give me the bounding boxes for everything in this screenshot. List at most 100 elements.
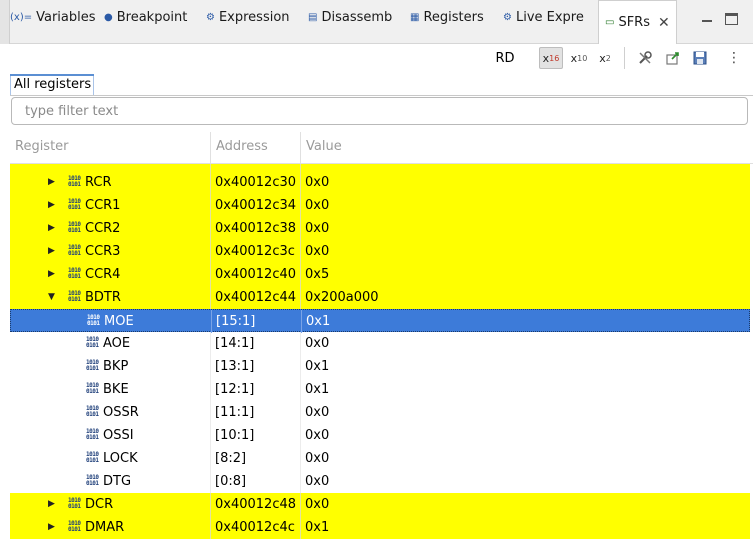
collapsed-arrow-icon[interactable]: ▶: [48, 240, 55, 263]
filter-input[interactable]: [11, 97, 748, 125]
column-divider: [300, 171, 301, 194]
tab-live-expression[interactable]: ⚙ Live Expre: [503, 0, 584, 34]
table-row[interactable]: ▶ 1010 0101 CCR2 0x40012c38 0x0: [10, 217, 750, 240]
register-value[interactable]: 0x0: [305, 447, 329, 470]
register-name: AOE: [103, 336, 131, 351]
column-divider: [210, 447, 211, 470]
tab-breakpoint-label: Breakpoint: [116, 9, 188, 25]
register-value[interactable]: 0x0: [305, 217, 329, 240]
register-name: ARR: [85, 164, 112, 171]
register-address: 0x40012c34: [215, 198, 297, 213]
register-address: 0x40012c3c: [215, 244, 295, 259]
collapsed-arrow-icon[interactable]: ▶: [48, 194, 55, 217]
register-value[interactable]: 0x1: [305, 378, 329, 401]
register-value[interactable]: 0x0: [305, 194, 329, 217]
column-divider: [300, 424, 301, 447]
register-value[interactable]: 0x0: [305, 332, 329, 355]
register-icon: 1010 0101: [68, 290, 81, 303]
register-address: 0x40012c40: [215, 267, 297, 282]
table-row[interactable]: ▶ 1010 0101 CCR3 0x40012c3c 0x0: [10, 240, 750, 263]
column-divider: [300, 470, 301, 493]
collapsed-arrow-icon[interactable]: ▶: [48, 171, 55, 194]
table-row[interactable]: ▶ 1010 0101 RCR 0x40012c30 0x0: [10, 171, 750, 194]
hex-format-sub: 16: [549, 53, 560, 63]
table-row[interactable]: ▼ 1010 0101 BDTR 0x40012c44 0x200a000: [10, 286, 750, 309]
register-address: [14:1]: [215, 336, 255, 351]
column-header-register[interactable]: Register: [10, 132, 210, 164]
tab-expression-label: Expression: [218, 9, 290, 25]
maximize-button[interactable]: [725, 13, 738, 25]
table-row[interactable]: ▶ 1010 0101 CCR4 0x40012c40 0x5: [10, 263, 750, 286]
close-icon[interactable]: ✕: [658, 15, 670, 31]
wrench-icon[interactable]: [637, 50, 653, 66]
register-value[interactable]: 0x0: [305, 240, 329, 263]
table-row[interactable]: 1010 0101 OSSR [11:1] 0x0: [10, 401, 750, 424]
table-row[interactable]: ▶ 1010 0101 DMAR 0x40012c4c 0x1: [10, 516, 750, 539]
collapsed-arrow-icon[interactable]: ▶: [48, 493, 55, 516]
minimize-button[interactable]: [699, 12, 715, 26]
table-row[interactable]: 1010 0101 AOE [14:1] 0x0: [10, 332, 750, 355]
register-icon: 1010 0101: [86, 451, 99, 464]
register-icon: 1010 0101: [68, 198, 81, 211]
column-divider: [301, 310, 302, 333]
tab-expression[interactable]: ⚙ Expression: [206, 0, 290, 34]
register-name: BKE: [103, 382, 129, 397]
table-row[interactable]: ▶ 1010 0101ARR 0x40012c2c 0x14: [10, 164, 750, 171]
tab-variables[interactable]: (x)= Variables: [10, 0, 96, 34]
register-value[interactable]: 0x5: [305, 263, 329, 286]
binary-format-button[interactable]: x2: [598, 48, 612, 68]
column-divider: [300, 240, 301, 263]
register-value[interactable]: 0x0: [305, 424, 329, 447]
table-row[interactable]: 1010 0101 MOE [15:1] 0x1: [10, 309, 750, 333]
collapsed-arrow-icon[interactable]: ▶: [48, 516, 55, 539]
expanded-arrow-icon[interactable]: ▼: [48, 286, 55, 309]
table-row[interactable]: 1010 0101 OSSI [10:1] 0x0: [10, 424, 750, 447]
register-icon: 1010 0101: [86, 428, 99, 441]
read-button[interactable]: RD: [494, 48, 516, 68]
register-value[interactable]: 0x14: [305, 164, 338, 171]
table-row[interactable]: 1010 0101 BKE [12:1] 0x1: [10, 378, 750, 401]
column-divider: [300, 516, 301, 539]
register-icon: 1010 0101: [68, 221, 81, 234]
register-name: DTG: [103, 474, 132, 489]
column-header-value[interactable]: Value: [300, 132, 753, 164]
register-name: OSSI: [103, 428, 134, 443]
tab-registers[interactable]: ▦ Registers: [410, 0, 484, 34]
tab-disassembly[interactable]: ▤ Disassemb: [308, 0, 392, 34]
register-value[interactable]: 0x0: [305, 493, 329, 516]
table-row[interactable]: 1010 0101 DTG [0:8] 0x0: [10, 470, 750, 493]
decimal-format-button[interactable]: x 10: [570, 48, 588, 68]
register-value[interactable]: 0x1: [305, 355, 329, 378]
disassembly-icon: ▤: [308, 11, 318, 23]
collapsed-arrow-icon[interactable]: ▶: [48, 217, 55, 240]
register-value[interactable]: 0x200a000: [305, 286, 379, 309]
register-address: 0x40012c44: [215, 290, 297, 305]
collapsed-arrow-icon[interactable]: ▶: [48, 263, 55, 286]
export-icon[interactable]: [665, 50, 681, 66]
tab-sfrs[interactable]: ▭ SFRs ✕: [598, 0, 677, 44]
tab-breakpoint[interactable]: ● Breakpoint: [104, 0, 187, 34]
tab-sfrs-label: SFRs: [618, 15, 650, 30]
table-row[interactable]: ▶ 1010 0101 CCR1 0x40012c34 0x0: [10, 194, 750, 217]
table-row[interactable]: ▶ 1010 0101 DCR 0x40012c48 0x0: [10, 493, 750, 516]
column-divider: [210, 164, 211, 171]
register-value[interactable]: 0x0: [305, 401, 329, 424]
collapsed-arrow-icon[interactable]: ▶: [48, 164, 55, 171]
tab-all-registers[interactable]: All registers: [10, 74, 94, 96]
column-divider: [300, 263, 301, 286]
view-menu-icon[interactable]: ⋮: [726, 50, 742, 66]
register-value[interactable]: 0x1: [305, 516, 329, 539]
hex-format-button[interactable]: x 16: [539, 47, 563, 69]
column-header-address[interactable]: Address: [210, 132, 300, 164]
register-icon: 1010 0101: [87, 314, 100, 327]
table-row[interactable]: 1010 0101 LOCK [8:2] 0x0: [10, 447, 750, 470]
column-divider: [210, 470, 211, 493]
save-icon[interactable]: [692, 50, 708, 66]
register-table[interactable]: ▶1010 0101ARR0x40012c2c0x14▶1010 0101RCR…: [10, 164, 753, 554]
register-value[interactable]: 0x1: [306, 310, 330, 333]
column-divider: [300, 164, 301, 171]
register-value[interactable]: 0x0: [305, 470, 329, 493]
table-row[interactable]: 1010 0101 BKP [13:1] 0x1: [10, 355, 750, 378]
column-divider: [210, 332, 211, 355]
register-value[interactable]: 0x0: [305, 171, 329, 194]
